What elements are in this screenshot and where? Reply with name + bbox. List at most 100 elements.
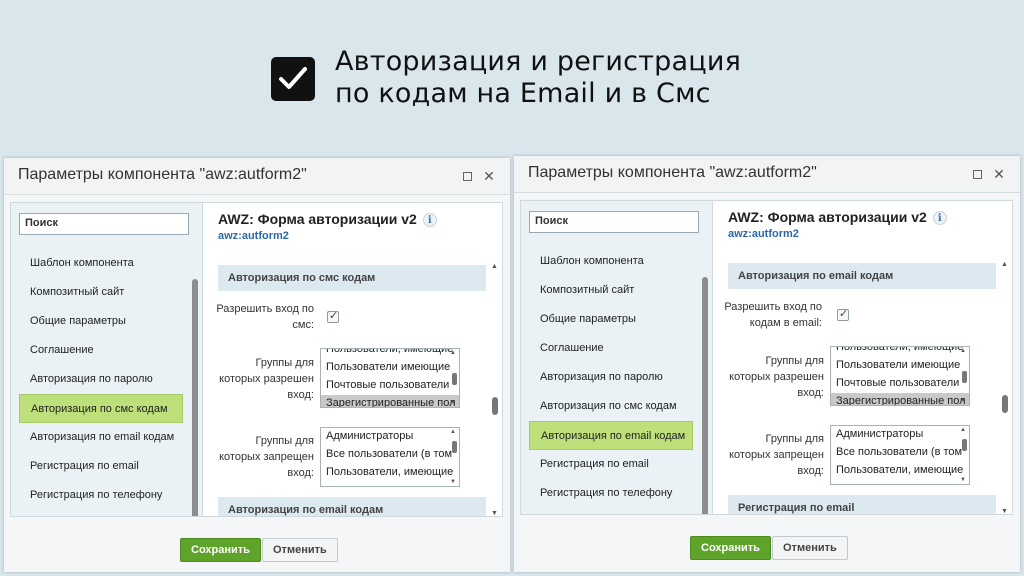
scroll-up-icon[interactable]: ▲: [960, 427, 966, 433]
list-item[interactable]: Зарегистрированные пол: [321, 395, 459, 407]
sidebar-item-sms-auth[interactable]: Авторизация по смс кодам: [19, 394, 183, 423]
sidebar-item-sms-auth[interactable]: Авторизация по смс кодам: [529, 392, 693, 421]
component-code: awz:autform2: [218, 230, 289, 242]
list-item[interactable]: Администраторы: [831, 426, 969, 444]
allow-groups-select[interactable]: Пользователи, имеющие Пользователи имеющ…: [830, 346, 970, 406]
save-button[interactable]: Сохранить: [690, 536, 771, 560]
scroll-down-icon[interactable]: ▼: [1001, 508, 1008, 514]
sidebar-item-email-reg[interactable]: Регистрация по email: [529, 450, 693, 479]
dialog-title: Параметры компонента "awz:autform2": [528, 164, 817, 181]
component-params-dialog-left: Параметры компонента "awz:autform2" ✕ По…: [4, 158, 510, 572]
scrollbar-thumb[interactable]: [702, 277, 708, 514]
maximize-icon[interactable]: [460, 169, 474, 183]
listbox-scrollbar[interactable]: ▲ ▼: [450, 429, 458, 485]
component-title-text: AWZ: Форма авторизации v2: [218, 211, 417, 227]
section-header[interactable]: Авторизация по email кодам: [728, 263, 996, 289]
section-header[interactable]: Авторизация по смс кодам: [218, 265, 486, 291]
sidebar-item-password-auth[interactable]: Авторизация по паролю: [19, 365, 183, 394]
sidebar-item-password-auth[interactable]: Авторизация по паролю: [529, 363, 693, 392]
sidebar-scrollbar[interactable]: [701, 247, 709, 514]
sidebar-item-template[interactable]: Шаблон компонента: [529, 247, 693, 276]
section-header[interactable]: Регистрация по email: [728, 495, 996, 514]
component-code: awz:autform2: [728, 228, 799, 240]
sidebar-item-email-auth[interactable]: Авторизация по email кодам: [19, 423, 183, 452]
list-item[interactable]: Пользователи имеющие: [321, 359, 459, 377]
sidebar-list: Шаблон компонента Композитный сайт Общие…: [19, 249, 183, 510]
params-panel: AWZ: Форма авторизации v2 i awz:autform2 …: [714, 201, 1012, 514]
cancel-button[interactable]: Отменить: [772, 536, 848, 560]
sidebar: Поиск Шаблон компонента Композитный сайт…: [11, 203, 203, 516]
sidebar-item-email-reg[interactable]: Регистрация по email: [19, 452, 183, 481]
component-title: AWZ: Форма авторизации v2 i: [218, 211, 437, 227]
sidebar-scrollbar[interactable]: [191, 249, 199, 516]
allow-login-label: Разрешить вход по кодам в email:: [724, 301, 822, 329]
list-item[interactable]: Зарегистрированные пол: [831, 393, 969, 405]
scroll-down-icon[interactable]: ▼: [450, 479, 456, 485]
scrollbar-thumb[interactable]: [492, 397, 498, 415]
sidebar-item-agreement[interactable]: Соглашение: [529, 334, 693, 363]
sidebar-item-general[interactable]: Общие параметры: [529, 305, 693, 334]
sidebar-item-composite[interactable]: Композитный сайт: [529, 276, 693, 305]
dialog-header: Параметры компонента "awz:autform2" ✕: [4, 158, 510, 195]
listbox-scrollbar[interactable]: ▲ ▼: [960, 348, 968, 404]
list-item[interactable]: Пользователи, имеющие: [321, 349, 459, 359]
list-item[interactable]: Почтовые пользователи: [321, 377, 459, 395]
sidebar-item-template[interactable]: Шаблон компонента: [19, 249, 183, 278]
list-item[interactable]: Все пользователи (в том: [321, 446, 459, 464]
scroll-down-icon[interactable]: ▼: [450, 400, 456, 406]
sidebar-item-agreement[interactable]: Соглашение: [19, 336, 183, 365]
hero-title-line2: по кодам на Email и в Смс: [335, 78, 711, 109]
scroll-up-icon[interactable]: ▲: [450, 429, 456, 435]
allow-login-checkbox[interactable]: [327, 309, 339, 323]
scroll-up-icon[interactable]: ▲: [491, 263, 498, 270]
sidebar-item-phone-reg[interactable]: Регистрация по телефону: [529, 479, 693, 508]
list-item[interactable]: Почтовые пользователи: [831, 375, 969, 393]
list-item[interactable]: Все пользователи (в том: [831, 444, 969, 462]
search-input[interactable]: Поиск: [529, 211, 699, 233]
hero-title-line1: Авторизация и регистрация: [335, 46, 742, 77]
allow-groups-select[interactable]: Пользователи, имеющие Пользователи имеющ…: [320, 348, 460, 408]
list-item[interactable]: Пользователи, имеющие: [831, 347, 969, 357]
params-scrollbar[interactable]: ▲ ▼: [1000, 261, 1010, 514]
list-item[interactable]: Пользователи имеющие: [831, 357, 969, 375]
info-icon[interactable]: i: [932, 211, 947, 225]
list-item[interactable]: Пользователи, имеющие: [831, 462, 969, 480]
deny-groups-select[interactable]: Администраторы Все пользователи (в том П…: [320, 427, 460, 487]
section-header[interactable]: Авторизация по email кодам: [218, 497, 486, 516]
allow-groups-label: Группы для которых разрешен вход:: [219, 357, 314, 401]
sidebar-item-composite[interactable]: Композитный сайт: [19, 278, 183, 307]
allow-groups-label: Группы для которых разрешен вход:: [729, 355, 824, 399]
cancel-button[interactable]: Отменить: [262, 538, 338, 562]
scroll-up-icon[interactable]: ▲: [450, 350, 456, 356]
info-icon[interactable]: i: [422, 213, 437, 227]
scroll-up-icon[interactable]: ▲: [1001, 261, 1008, 268]
scrollbar-thumb[interactable]: [192, 279, 198, 516]
listbox-scrollbar[interactable]: ▲ ▼: [450, 350, 458, 406]
scroll-down-icon[interactable]: ▼: [491, 510, 498, 516]
scrollbar-thumb[interactable]: [1002, 395, 1008, 413]
scrollbar-thumb[interactable]: [452, 373, 457, 385]
search-input[interactable]: Поиск: [19, 213, 189, 235]
scroll-up-icon[interactable]: ▲: [960, 348, 966, 354]
scroll-down-icon[interactable]: ▼: [960, 477, 966, 483]
sidebar: Поиск Шаблон компонента Композитный сайт…: [521, 201, 713, 514]
listbox-scrollbar[interactable]: ▲ ▼: [960, 427, 968, 483]
close-icon[interactable]: ✕: [482, 169, 496, 183]
scrollbar-thumb[interactable]: [962, 439, 967, 451]
allow-login-label: Разрешить вход по смс:: [216, 303, 314, 331]
deny-groups-select[interactable]: Администраторы Все пользователи (в том П…: [830, 425, 970, 485]
sidebar-item-email-auth[interactable]: Авторизация по email кодам: [529, 421, 693, 450]
close-icon[interactable]: ✕: [992, 167, 1006, 181]
scrollbar-thumb[interactable]: [452, 441, 457, 453]
maximize-icon[interactable]: [970, 167, 984, 181]
params-scrollbar[interactable]: ▲ ▼: [490, 263, 500, 516]
list-item[interactable]: Пользователи, имеющие: [321, 464, 459, 482]
allow-login-checkbox[interactable]: [837, 307, 849, 321]
component-params-dialog-right: Параметры компонента "awz:autform2" ✕ По…: [514, 156, 1020, 572]
sidebar-item-phone-reg[interactable]: Регистрация по телефону: [19, 481, 183, 510]
scroll-down-icon[interactable]: ▼: [960, 398, 966, 404]
save-button[interactable]: Сохранить: [180, 538, 261, 562]
sidebar-item-general[interactable]: Общие параметры: [19, 307, 183, 336]
scrollbar-thumb[interactable]: [962, 371, 967, 383]
list-item[interactable]: Администраторы: [321, 428, 459, 446]
